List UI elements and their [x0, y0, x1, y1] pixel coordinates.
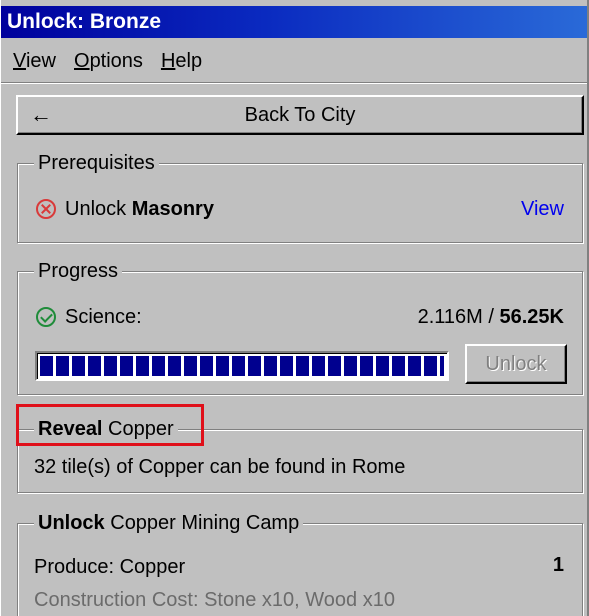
- prerequisite-name: Masonry: [131, 198, 214, 220]
- reveal-text: 32 tile(s) of Copper can be found in Rom…: [34, 456, 406, 478]
- menu-options[interactable]: Options: [62, 50, 143, 73]
- back-to-city-button[interactable]: ← Back To City: [16, 95, 584, 135]
- unlock-building-legend: Unlock Copper Mining Camp: [34, 511, 304, 535]
- unlock-button[interactable]: Unlock: [465, 344, 567, 384]
- unlock-window: Unlock: Bronze View Options Help ← Back …: [0, 0, 589, 616]
- progress-group: Progress Science: 2.116M / 56.25K Unlock: [17, 259, 583, 395]
- menu-bar: View Options Help: [1, 44, 587, 78]
- arrow-left-icon: ←: [30, 102, 52, 127]
- construction-cost: Construction Cost: Stone x10, Wood x10: [34, 589, 395, 611]
- science-row: Science:: [36, 304, 142, 330]
- menu-separator: [1, 82, 587, 84]
- title-bar: Unlock: Bronze: [1, 6, 587, 38]
- prerequisite-row: Unlock Masonry: [36, 196, 214, 222]
- science-label: Science:: [65, 306, 142, 328]
- menu-help[interactable]: Help: [149, 50, 202, 73]
- view-prerequisite-link[interactable]: View: [521, 198, 564, 221]
- prerequisites-legend: Prerequisites: [34, 151, 159, 175]
- produce-label: Produce: Copper: [34, 556, 186, 578]
- check-circle-icon: [36, 307, 56, 327]
- unlock-building-group: Unlock Copper Mining Camp Produce: Coppe…: [17, 511, 583, 616]
- menu-view[interactable]: View: [1, 50, 56, 73]
- science-value: 2.116M / 56.25K: [417, 306, 564, 328]
- back-button-label: Back To City: [244, 103, 356, 126]
- science-progress-bar: [35, 351, 449, 381]
- x-circle-icon: [36, 199, 56, 219]
- produce-quantity: 1: [552, 554, 564, 576]
- prerequisite-prefix: Unlock: [65, 198, 127, 220]
- prerequisites-group: Prerequisites Unlock Masonry View: [17, 151, 583, 243]
- progress-bar-fill: [40, 356, 444, 376]
- progress-legend: Progress: [34, 259, 123, 283]
- highlight-annotation-box: [16, 404, 204, 446]
